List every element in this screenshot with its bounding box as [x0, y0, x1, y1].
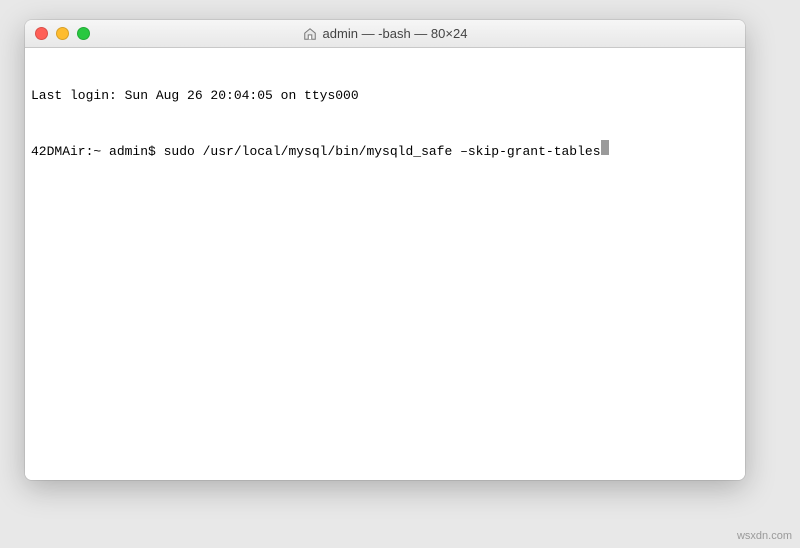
- watermark-text: wsxdn.com: [737, 530, 792, 542]
- traffic-lights: [25, 27, 90, 40]
- terminal-window: admin — -bash — 80×24 Last login: Sun Au…: [25, 20, 745, 480]
- maximize-button[interactable]: [77, 27, 90, 40]
- shell-prompt: 42DMAir:~ admin$: [31, 143, 164, 161]
- terminal-content[interactable]: Last login: Sun Aug 26 20:04:05 on ttys0…: [25, 48, 745, 480]
- home-icon: [303, 27, 317, 41]
- window-titlebar[interactable]: admin — -bash — 80×24: [25, 20, 745, 48]
- last-login-line: Last login: Sun Aug 26 20:04:05 on ttys0…: [31, 87, 739, 105]
- window-title-group: admin — -bash — 80×24: [303, 26, 468, 41]
- window-title: admin — -bash — 80×24: [323, 26, 468, 41]
- minimize-button[interactable]: [56, 27, 69, 40]
- close-button[interactable]: [35, 27, 48, 40]
- text-cursor: [601, 140, 609, 155]
- command-text: sudo /usr/local/mysql/bin/mysqld_safe –s…: [164, 143, 601, 161]
- prompt-line: 42DMAir:~ admin$ sudo /usr/local/mysql/b…: [31, 140, 739, 161]
